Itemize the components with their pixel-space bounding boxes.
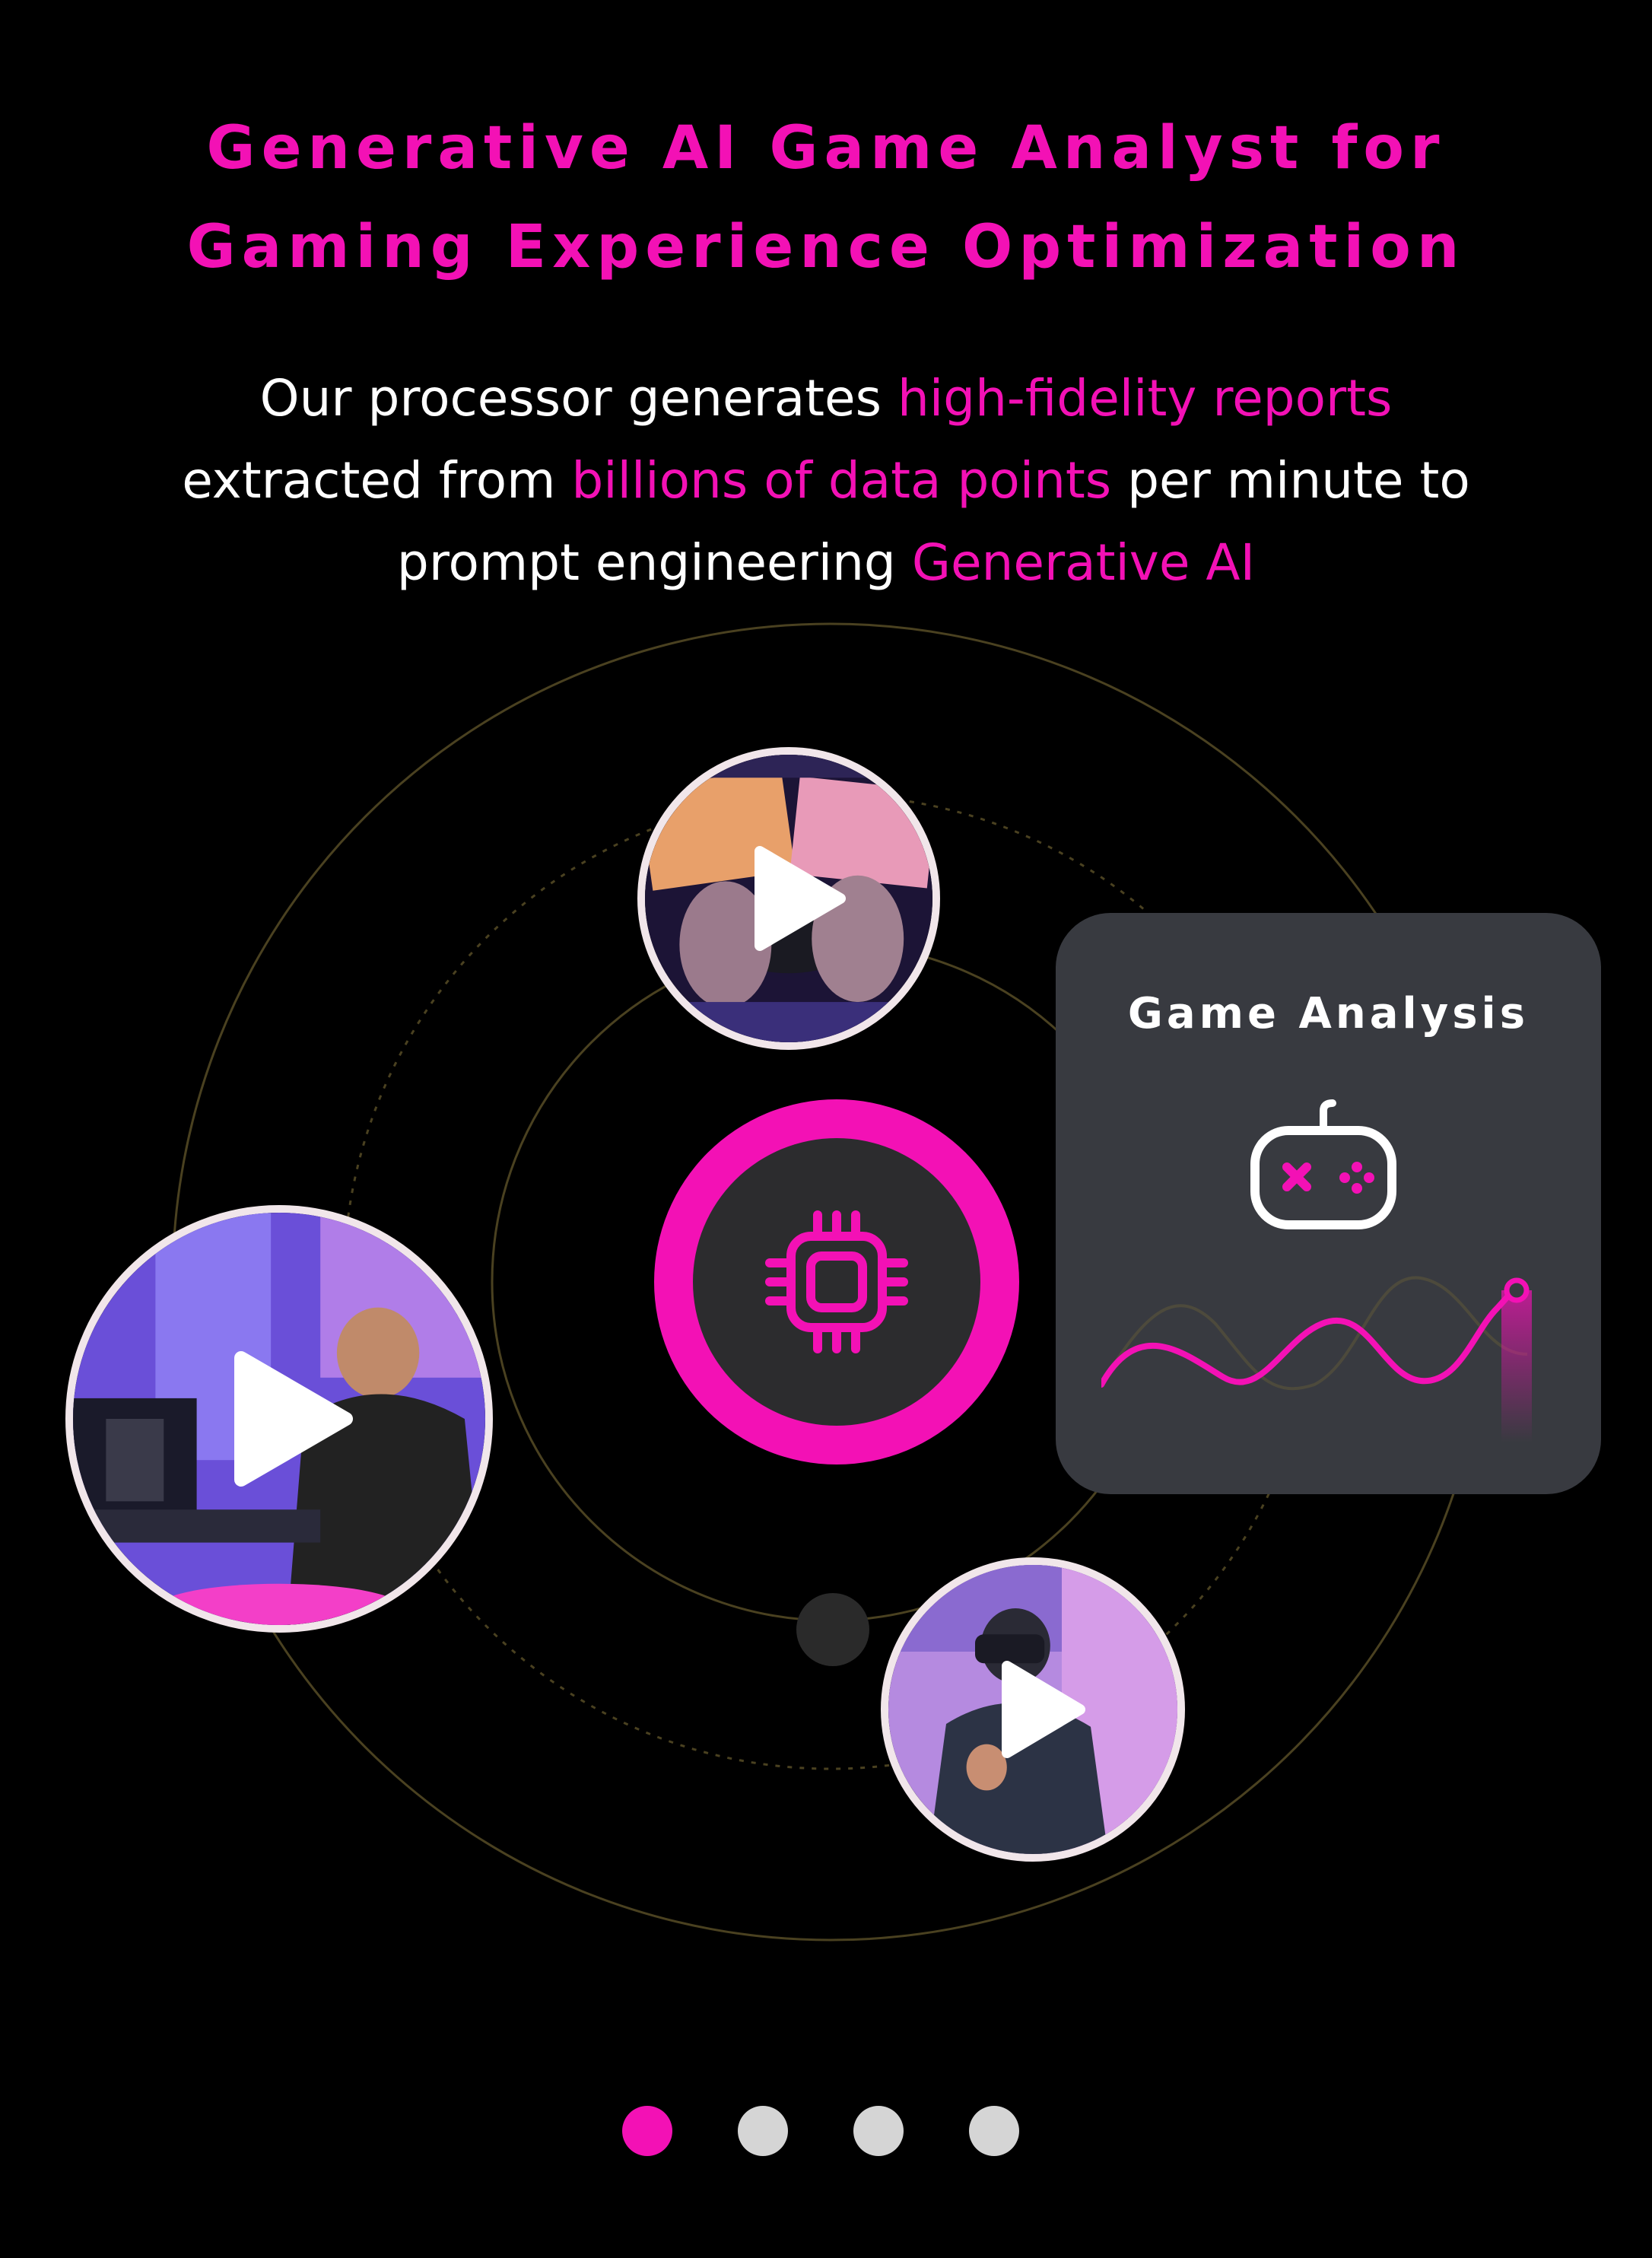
pagination-dot-4[interactable] <box>969 2106 1019 2156</box>
graph-secondary-line <box>1101 1276 1528 1391</box>
analysis-trend-graph <box>1101 1276 1532 1442</box>
keyboard-gamepad-video[interactable] <box>637 747 940 1050</box>
pagination-dot-3[interactable] <box>853 2106 904 2156</box>
play-icon[interactable] <box>227 1350 357 1487</box>
gamer-desk-video[interactable] <box>65 1205 493 1633</box>
pagination-dot-1[interactable] <box>622 2106 672 2156</box>
play-icon[interactable] <box>749 845 848 952</box>
processor-core-inner <box>693 1138 980 1426</box>
card-title: Game Analysis <box>1127 989 1530 1038</box>
carousel-pagination <box>622 2106 1019 2156</box>
graph-primary-line <box>1101 1287 1520 1388</box>
vr-player-video[interactable] <box>881 1557 1185 1862</box>
pagination-dot-2[interactable] <box>738 2106 788 2156</box>
play-icon[interactable] <box>996 1660 1088 1759</box>
cpu-chip-icon <box>765 1210 908 1353</box>
game-analysis-card[interactable]: Game Analysis <box>1056 913 1601 1494</box>
gamepad-icon <box>1250 1099 1396 1229</box>
orbit-node <box>796 1593 869 1666</box>
processor-core <box>654 1099 1019 1465</box>
graph-highlight-bar <box>1501 1290 1532 1442</box>
graph-endpoint <box>1504 1277 1530 1303</box>
